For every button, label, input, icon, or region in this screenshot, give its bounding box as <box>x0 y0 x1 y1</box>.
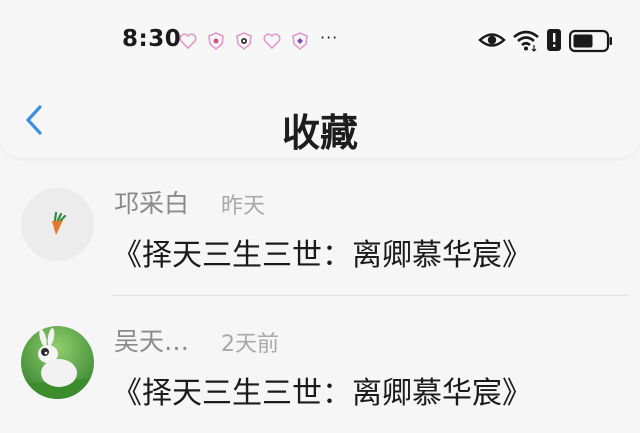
sender-name: 邛采白 <box>114 189 190 218</box>
book-title: 《择天三生三世：离卿慕华宸》 <box>112 238 532 273</box>
favorites-list: 邛采白 昨天 《择天三生三世：离卿慕华宸》 吴天… 2天前 《择天三生三世：离卿… <box>0 158 640 433</box>
timestamp: 2天前 <box>221 332 279 357</box>
avatar[interactable] <box>21 188 94 261</box>
avatar[interactable] <box>21 326 94 399</box>
rabbit-icon <box>21 326 94 399</box>
wifi-icon <box>513 30 539 52</box>
robot-icon <box>236 32 252 51</box>
page-header: 收藏 <box>0 80 640 158</box>
shield-icon <box>208 32 224 51</box>
timestamp: 昨天 <box>221 194 266 219</box>
status-bar: 8:30 ··· <box>0 0 640 80</box>
status-time: 8:30 <box>122 26 182 52</box>
more-notifications: ··· <box>320 28 339 47</box>
list-item[interactable]: 吴天… 2天前 《择天三生三世：离卿慕华宸》 <box>0 296 640 433</box>
heart-icon <box>263 33 281 50</box>
carrot-icon <box>21 188 94 261</box>
battery-icon <box>569 29 612 53</box>
diamond-icon <box>292 32 308 51</box>
alert-icon <box>547 29 561 51</box>
page-title: 收藏 <box>281 111 358 155</box>
sender-name: 吴天… <box>114 327 190 356</box>
eye-icon <box>478 33 506 47</box>
heart-icon <box>179 33 197 50</box>
book-title: 《择天三生三世：离卿慕华宸》 <box>112 376 532 411</box>
list-item[interactable]: 邛采白 昨天 《择天三生三世：离卿慕华宸》 <box>0 158 640 296</box>
